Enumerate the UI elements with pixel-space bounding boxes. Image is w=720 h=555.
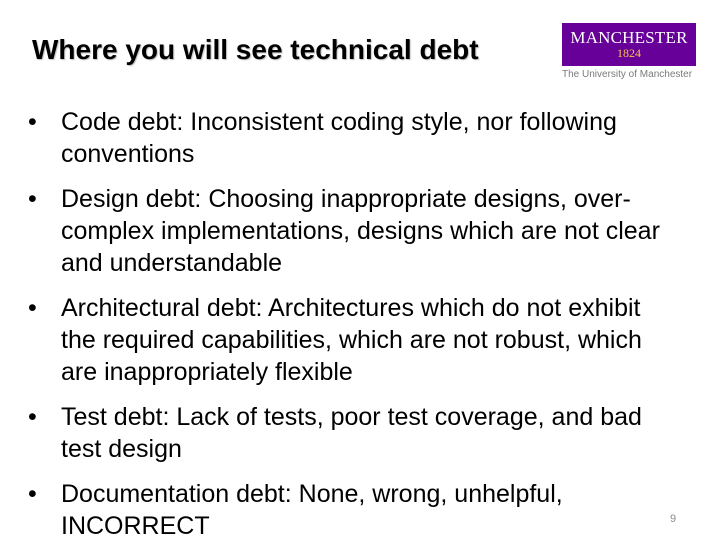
bullet-dot-icon: • [28,185,37,213]
bullet-item-code-debt: • Code debt: Inconsistent coding style, … [28,106,668,170]
bullet-text: Design debt: Choosing inappropriate desi… [61,185,660,277]
bullet-item-design-debt: • Design debt: Choosing inappropriate de… [28,183,668,279]
bullet-dot-icon: • [28,480,37,508]
page-number: 9 [670,513,677,525]
slide-title: Where you will see technical debt [32,34,479,65]
logo-badge: MANCHESTER 1824 [562,23,696,66]
logo-wordmark: MANCHESTER [570,28,688,47]
bullet-text: Architectural debt: Architectures which … [61,294,642,386]
bullet-item-documentation-debt: • Documentation debt: None, wrong, unhel… [28,478,668,542]
logo-subtitle: The University of Manchester [562,69,693,80]
bullet-dot-icon: • [28,294,37,322]
bullet-text: Code debt: Inconsistent coding style, no… [61,108,617,168]
bullet-text: Documentation debt: None, wrong, unhelpf… [61,480,563,540]
bullet-item-architectural-debt: • Architectural debt: Architectures whic… [28,292,668,388]
university-logo: MANCHESTER 1824 The University of Manche… [562,23,696,81]
bullet-dot-icon: • [28,108,37,136]
bullet-item-test-debt: • Test debt: Lack of tests, poor test co… [28,401,668,465]
bullet-list: • Code debt: Inconsistent coding style, … [28,106,668,555]
logo-year: 1824 [617,46,641,60]
bullet-text: Test debt: Lack of tests, poor test cove… [61,403,642,463]
bullet-dot-icon: • [28,403,37,431]
